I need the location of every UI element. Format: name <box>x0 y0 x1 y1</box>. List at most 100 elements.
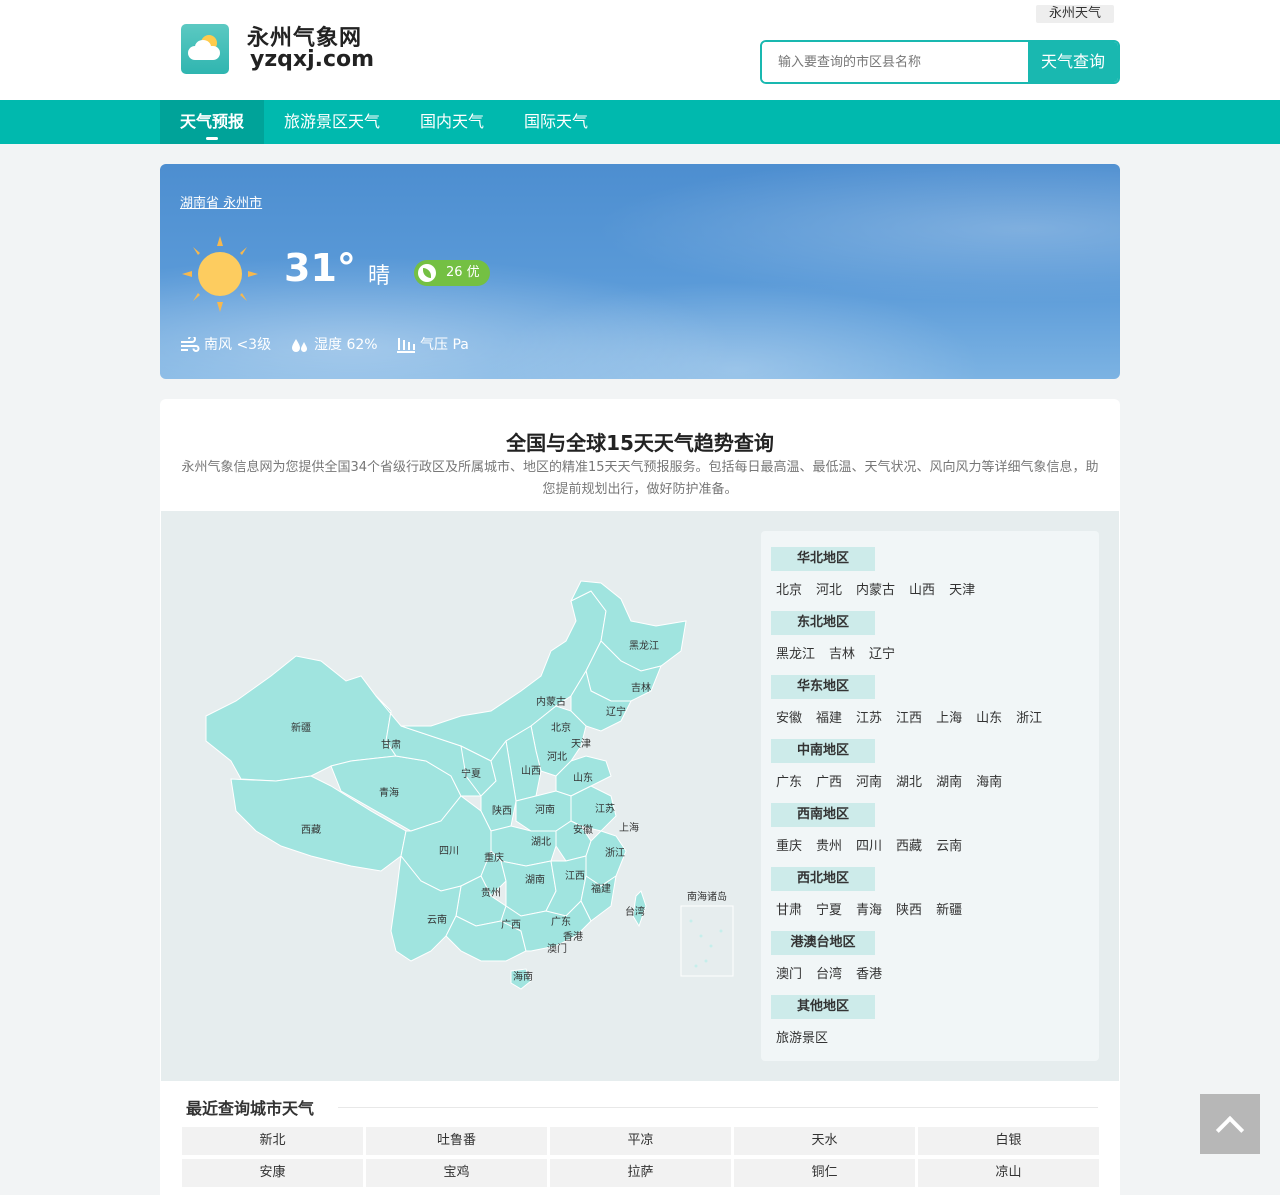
region-city-link[interactable]: 西藏 <box>896 839 922 854</box>
region-city-list: 甘肃 宁夏 青海 陕西 新疆 <box>776 899 976 918</box>
region-city-link[interactable]: 安徽 <box>776 711 802 726</box>
nav-item-scenic[interactable]: 旅游景区天气 <box>272 100 392 144</box>
map-label[interactable]: 湖北 <box>531 836 551 848</box>
region-city-list: 广东 广西 河南 湖北 湖南 海南 <box>776 771 1016 790</box>
map-label[interactable]: 河北 <box>547 751 567 763</box>
map-label[interactable]: 黑龙江 <box>629 639 659 652</box>
logo-sun-cloud-icon[interactable] <box>181 24 229 74</box>
aqi-badge[interactable]: 26 优 <box>414 260 490 286</box>
region-city-link[interactable]: 青海 <box>856 903 882 918</box>
map-label[interactable]: 福建 <box>591 882 611 895</box>
recent-city-link[interactable]: 宝鸡 <box>366 1159 547 1187</box>
map-label[interactable]: 辽宁 <box>606 705 626 718</box>
region-city-link[interactable]: 天津 <box>949 583 975 598</box>
map-label[interactable]: 湖南 <box>525 873 545 886</box>
region-city-link[interactable]: 广东 <box>776 775 802 790</box>
map-label[interactable]: 甘肃 <box>381 738 401 751</box>
nav-item-international[interactable]: 国际天气 <box>512 100 600 144</box>
map-label[interactable]: 澳门 <box>547 942 567 955</box>
region-city-link[interactable]: 台湾 <box>816 967 842 982</box>
region-city-link[interactable]: 山东 <box>976 711 1002 726</box>
map-label[interactable]: 天津 <box>571 738 591 750</box>
region-city-link[interactable]: 内蒙古 <box>856 583 895 598</box>
map-label[interactable]: 上海 <box>619 821 639 834</box>
recent-city-link[interactable]: 白银 <box>918 1127 1099 1155</box>
region-city-link[interactable]: 江西 <box>896 711 922 726</box>
map-label[interactable]: 西藏 <box>301 824 321 836</box>
region-city-link[interactable]: 辽宁 <box>869 647 895 662</box>
map-label[interactable]: 陕西 <box>492 804 512 817</box>
map-label[interactable]: 四川 <box>439 846 459 857</box>
map-label[interactable]: 海南 <box>513 970 533 983</box>
region-city-link[interactable]: 江苏 <box>856 711 882 726</box>
region-city-link[interactable]: 山西 <box>909 583 935 598</box>
site-domain[interactable]: yzqxj.com <box>250 47 374 72</box>
map-label[interactable]: 浙江 <box>605 847 625 859</box>
search-button[interactable]: 天气查询 <box>1028 42 1118 82</box>
region-city-link[interactable]: 重庆 <box>776 839 802 854</box>
recent-city-link[interactable]: 铜仁 <box>734 1159 915 1187</box>
region-city-link[interactable]: 北京 <box>776 583 802 598</box>
region-city-link[interactable]: 上海 <box>936 711 962 726</box>
region-city-link[interactable]: 广西 <box>816 775 842 790</box>
location-link[interactable]: 湖南省 永州市 <box>180 192 262 211</box>
map-label[interactable]: 广东 <box>551 915 571 928</box>
region-city-link[interactable]: 贵州 <box>816 839 842 854</box>
region-city-link[interactable]: 新疆 <box>936 903 962 918</box>
map-label[interactable]: 南海诸岛 <box>687 890 727 903</box>
map-label[interactable]: 台湾 <box>625 905 645 918</box>
region-city-list: 重庆 贵州 四川 西藏 云南 <box>776 835 976 854</box>
recent-city-link[interactable]: 新北 <box>182 1127 363 1155</box>
map-label[interactable]: 青海 <box>379 786 399 799</box>
region-city-link[interactable]: 浙江 <box>1016 711 1042 726</box>
region-city-link[interactable]: 河北 <box>816 583 842 598</box>
region-city-link[interactable]: 吉林 <box>829 647 855 662</box>
region-city-link[interactable]: 宁夏 <box>816 903 842 918</box>
recent-city-link[interactable]: 拉萨 <box>550 1159 731 1187</box>
aqi-value: 26 优 <box>446 265 480 280</box>
map-label[interactable]: 安徽 <box>573 823 593 836</box>
recent-city-link[interactable]: 安康 <box>182 1159 363 1187</box>
region-city-link[interactable]: 湖南 <box>936 775 962 790</box>
recent-city-link[interactable]: 平凉 <box>550 1127 731 1155</box>
map-label[interactable]: 宁夏 <box>461 767 481 780</box>
map-label[interactable]: 江苏 <box>595 802 615 815</box>
region-city-link[interactable]: 福建 <box>816 711 842 726</box>
back-to-top-button[interactable] <box>1200 1094 1260 1154</box>
region-city-link[interactable]: 陕西 <box>896 903 922 918</box>
region-city-link[interactable]: 云南 <box>936 839 962 854</box>
map-label[interactable]: 贵州 <box>481 886 501 899</box>
region-city-link[interactable]: 海南 <box>976 775 1002 790</box>
recent-city-link[interactable]: 凉山 <box>918 1159 1099 1187</box>
recent-city-link[interactable]: 天水 <box>734 1127 915 1155</box>
region-title: 其他地区 <box>771 995 875 1019</box>
map-label[interactable]: 山东 <box>573 771 593 784</box>
map-label[interactable]: 山西 <box>521 765 541 777</box>
search-input[interactable] <box>762 42 1030 82</box>
region-city-list: 北京 河北 内蒙古 山西 天津 <box>776 579 989 598</box>
region-city-link[interactable]: 四川 <box>856 839 882 854</box>
nav-item-domestic[interactable]: 国内天气 <box>408 100 496 144</box>
map-label[interactable]: 新疆 <box>291 721 311 734</box>
region-city-link[interactable]: 香港 <box>856 967 882 982</box>
region-title: 中南地区 <box>771 739 875 763</box>
map-label[interactable]: 广西 <box>501 919 521 931</box>
map-label[interactable]: 北京 <box>551 721 571 734</box>
region-city-link[interactable]: 河南 <box>856 775 882 790</box>
nav-item-forecast[interactable]: 天气预报 <box>160 100 264 144</box>
map-label[interactable]: 云南 <box>427 913 447 926</box>
weather-banner: 湖南省 永州市 31° 晴 26 优 南风 <3级 湿度 62% 气压 Pa <box>160 164 1120 379</box>
recent-city-link[interactable]: 吐鲁番 <box>366 1127 547 1155</box>
region-city-link[interactable]: 湖北 <box>896 775 922 790</box>
region-city-link[interactable]: 澳门 <box>776 967 802 982</box>
current-city-tag[interactable]: 永州天气 <box>1036 5 1114 23</box>
map-label[interactable]: 香港 <box>563 931 583 943</box>
map-label[interactable]: 江西 <box>565 870 585 882</box>
map-label[interactable]: 内蒙古 <box>536 695 566 708</box>
region-city-link[interactable]: 旅游景区 <box>776 1031 828 1046</box>
map-label[interactable]: 吉林 <box>631 681 651 694</box>
map-label[interactable]: 重庆 <box>484 851 504 864</box>
region-city-link[interactable]: 甘肃 <box>776 903 802 918</box>
region-city-link[interactable]: 黑龙江 <box>776 647 815 662</box>
map-label[interactable]: 河南 <box>535 803 555 816</box>
